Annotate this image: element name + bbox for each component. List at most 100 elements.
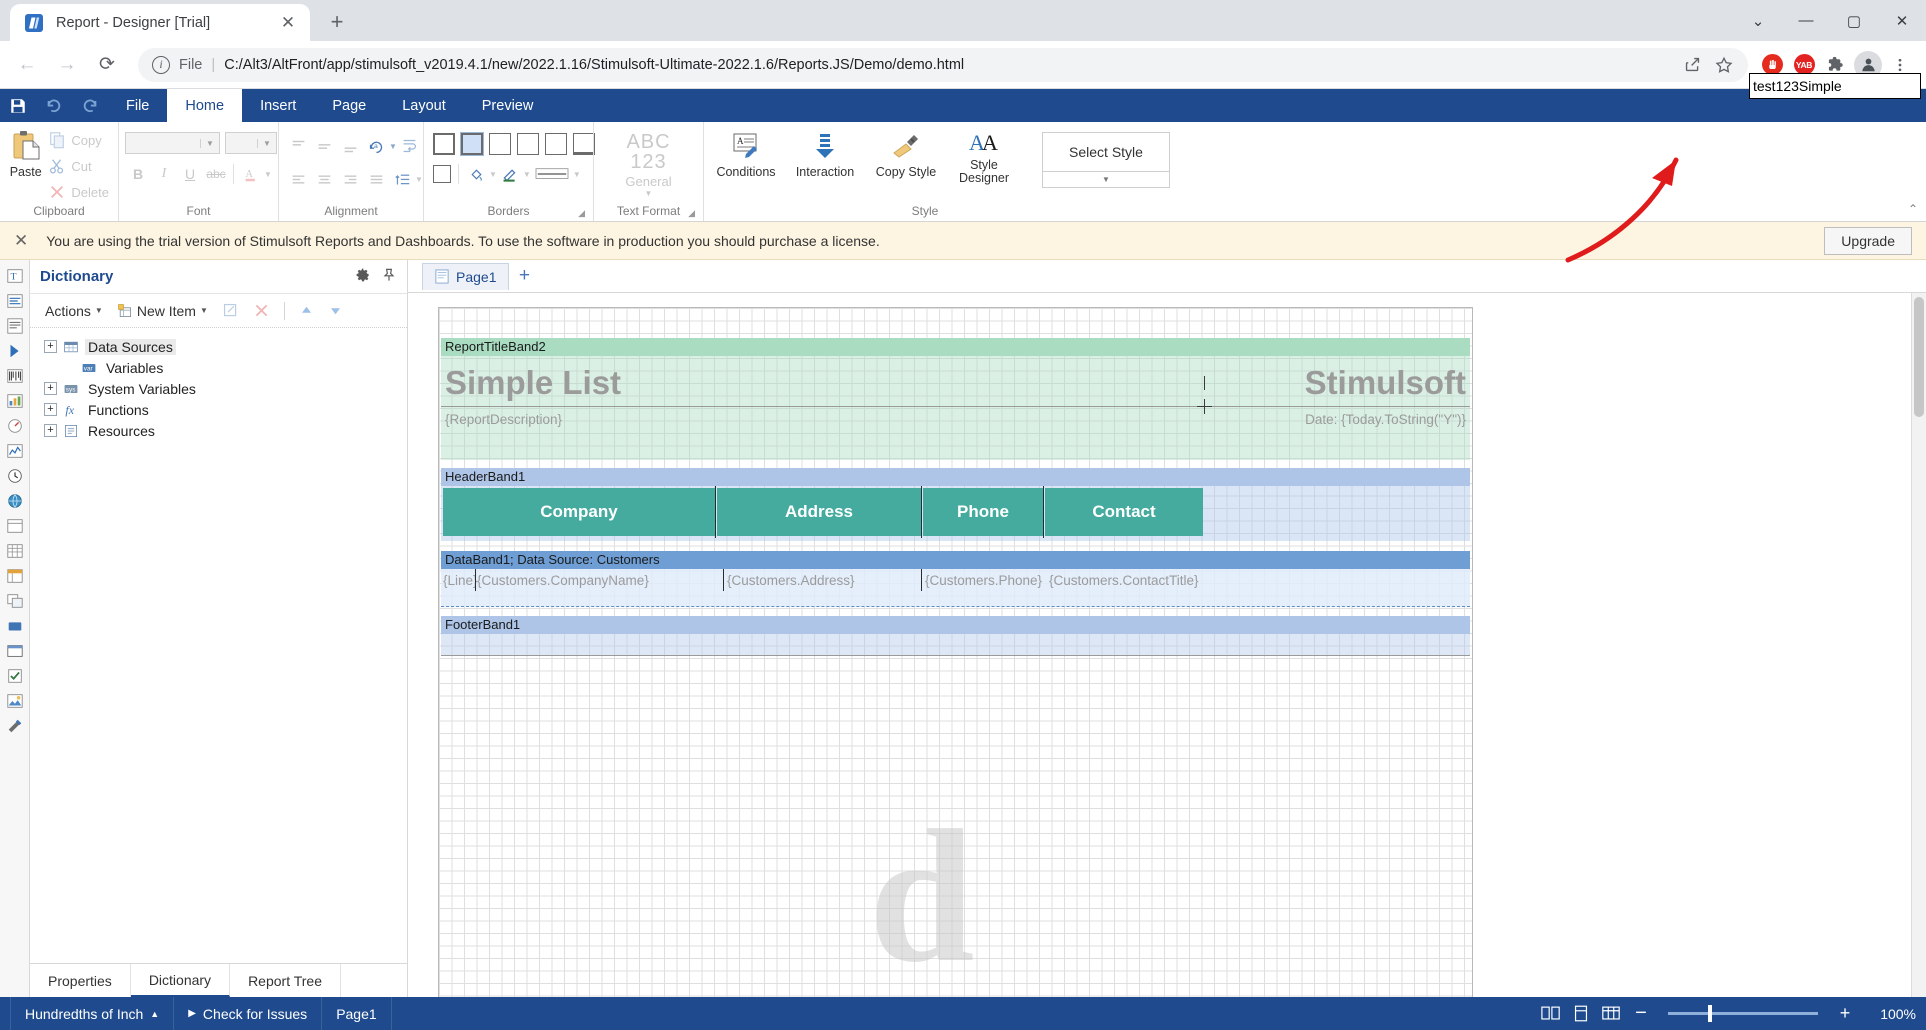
undo-button[interactable] bbox=[36, 89, 72, 122]
header-cell-phone[interactable]: Phone bbox=[923, 488, 1043, 536]
company-name-expression[interactable]: {Customers.CompanyName} bbox=[477, 573, 649, 588]
canvas-vertical-scrollbar[interactable] bbox=[1911, 293, 1926, 997]
delete-button[interactable]: Delete bbox=[45, 181, 112, 203]
header-cell-company[interactable]: Company bbox=[443, 488, 715, 536]
tab-insert[interactable]: Insert bbox=[242, 89, 314, 122]
tab-layout[interactable]: Layout bbox=[384, 89, 464, 122]
company-name-text[interactable]: Stimulsoft bbox=[1305, 364, 1466, 402]
column-resize-handle[interactable] bbox=[715, 486, 716, 538]
toolbox-shape-icon[interactable] bbox=[3, 614, 27, 638]
toolbox-image-icon[interactable] bbox=[3, 339, 27, 363]
tree-node-resources[interactable]: + Resources bbox=[40, 420, 407, 441]
toolbox-crosstab-icon[interactable] bbox=[3, 564, 27, 588]
toolbox-richtext-icon[interactable] bbox=[3, 314, 27, 338]
tree-node-variables[interactable]: var Variables bbox=[40, 357, 407, 378]
toolbox-checkbox-icon[interactable] bbox=[3, 664, 27, 688]
reload-button[interactable]: ⟳ bbox=[90, 48, 124, 82]
toolbox-map-icon[interactable] bbox=[3, 489, 27, 513]
select-style-dropdown-chevron-icon[interactable]: ▼ bbox=[1042, 172, 1170, 188]
align-middle-icon[interactable] bbox=[311, 134, 337, 158]
expand-icon[interactable]: + bbox=[44, 382, 57, 395]
address-bar[interactable]: i File | C:/Alt3/AltFront/app/stimulsoft… bbox=[138, 47, 1748, 82]
expand-icon[interactable]: + bbox=[44, 403, 57, 416]
expand-icon[interactable]: + bbox=[44, 424, 57, 437]
chevron-down-icon[interactable]: ▼ bbox=[415, 175, 423, 184]
band-data[interactable]: DataBand1; Data Source: Customers {Line}… bbox=[441, 551, 1470, 607]
font-family-combo[interactable]: ▼ bbox=[125, 132, 220, 154]
save-button[interactable] bbox=[0, 89, 36, 122]
header-cell-address[interactable]: Address bbox=[717, 488, 921, 536]
align-left-icon[interactable] bbox=[285, 167, 311, 191]
toolbox-panel-icon[interactable] bbox=[3, 514, 27, 538]
zoom-slider[interactable] bbox=[1668, 1005, 1818, 1022]
paste-button[interactable]: Paste bbox=[6, 126, 45, 179]
header-cell-contact[interactable]: Contact bbox=[1045, 488, 1203, 536]
component-name-input[interactable] bbox=[1749, 73, 1921, 99]
toolbox-rect-icon[interactable] bbox=[3, 639, 27, 663]
border-outline-icon[interactable] bbox=[433, 165, 451, 183]
bold-button[interactable]: B bbox=[125, 162, 151, 186]
border-color-icon[interactable] bbox=[497, 162, 523, 186]
browser-tab[interactable]: Report - Designer [Trial] ✕ bbox=[10, 4, 310, 41]
chevron-down-icon[interactable]: ▼ bbox=[573, 170, 581, 179]
toolbox-subreport-icon[interactable] bbox=[3, 589, 27, 613]
border-left-icon[interactable] bbox=[489, 133, 511, 155]
tab-properties[interactable]: Properties bbox=[30, 964, 131, 997]
text-format-dialog-launcher[interactable]: ◢ bbox=[688, 208, 695, 219]
chevron-down-icon[interactable]: ▼ bbox=[257, 138, 276, 148]
phone-expression[interactable]: {Customers.Phone} bbox=[925, 573, 1042, 588]
actions-menu-button[interactable]: Actions ▼ bbox=[40, 301, 108, 321]
tab-home[interactable]: Home bbox=[167, 89, 243, 122]
align-justify-icon[interactable] bbox=[363, 167, 389, 191]
border-style-icon[interactable] bbox=[531, 162, 573, 186]
close-tab-icon[interactable]: ✕ bbox=[276, 11, 300, 35]
toolbox-gauge-icon[interactable] bbox=[3, 414, 27, 438]
chevron-down-icon[interactable]: ▼ bbox=[523, 170, 531, 179]
close-trial-bar-icon[interactable]: ✕ bbox=[14, 231, 28, 251]
chevron-down-icon[interactable]: ▼ bbox=[200, 138, 219, 148]
check-for-issues-button[interactable]: ▶ Check for Issues bbox=[174, 997, 323, 1030]
italic-button[interactable]: I bbox=[151, 162, 177, 186]
maximize-window-button[interactable]: ▢ bbox=[1830, 0, 1878, 41]
close-window-button[interactable]: ✕ bbox=[1878, 0, 1926, 41]
font-size-combo[interactable]: ▼ bbox=[225, 132, 277, 154]
conditions-button[interactable]: A Conditions bbox=[710, 128, 782, 179]
border-bottom-icon[interactable] bbox=[573, 133, 595, 155]
minimize-window-button[interactable]: ― bbox=[1782, 0, 1830, 41]
interaction-button[interactable]: Interaction bbox=[786, 128, 864, 179]
view-single-page-icon[interactable] bbox=[1568, 1001, 1594, 1027]
expand-icon[interactable]: + bbox=[44, 340, 57, 353]
text-rotation-icon[interactable]: a bbox=[363, 134, 389, 158]
resize-handle-cross[interactable] bbox=[1204, 399, 1205, 414]
text-color-button[interactable]: A bbox=[238, 162, 264, 186]
toolbox-barcode-icon[interactable] bbox=[3, 364, 27, 388]
new-tab-button[interactable]: + bbox=[320, 5, 354, 39]
report-page-sheet[interactable]: d ReportTitleBand2 Simple List Stimulsof… bbox=[438, 307, 1473, 997]
view-pages-icon[interactable] bbox=[1538, 1001, 1564, 1027]
style-designer-button[interactable]: A A Style Designer bbox=[948, 128, 1020, 185]
wrap-text-icon[interactable] bbox=[397, 134, 423, 158]
move-up-button[interactable] bbox=[294, 301, 319, 320]
scrollbar-thumb[interactable] bbox=[1914, 297, 1924, 417]
cut-button[interactable]: Cut bbox=[45, 155, 112, 177]
border-none-icon[interactable] bbox=[460, 132, 484, 156]
align-bottom-icon[interactable] bbox=[337, 134, 363, 158]
tab-preview[interactable]: Preview bbox=[464, 89, 552, 122]
band-report-title[interactable]: ReportTitleBand2 Simple List Stimulsoft … bbox=[441, 338, 1470, 460]
chevron-down-icon[interactable]: ▼ bbox=[264, 170, 272, 179]
tab-dictionary[interactable]: Dictionary bbox=[130, 964, 231, 997]
tree-node-system-variables[interactable]: + sys System Variables bbox=[40, 378, 407, 399]
border-all-icon[interactable] bbox=[433, 133, 455, 155]
toolbox-tools-icon[interactable] bbox=[3, 714, 27, 738]
band-header[interactable]: HeaderBand1 Company Address Phone Contac… bbox=[441, 468, 1470, 541]
add-page-button[interactable]: + bbox=[511, 263, 537, 289]
view-thumbnails-icon[interactable] bbox=[1598, 1001, 1624, 1027]
toolbox-chart-icon[interactable] bbox=[3, 389, 27, 413]
tab-search-chevron-icon[interactable]: ⌄ bbox=[1734, 0, 1782, 41]
new-item-menu-button[interactable]: New Item ▼ bbox=[112, 301, 213, 321]
address-expression[interactable]: {Customers.Address} bbox=[727, 573, 855, 588]
current-page-indicator[interactable]: Page1 bbox=[322, 997, 392, 1030]
report-description-text[interactable]: {ReportDescription} bbox=[445, 412, 562, 427]
border-fill-color-icon[interactable] bbox=[463, 162, 489, 186]
report-title-text[interactable]: Simple List bbox=[445, 364, 621, 402]
